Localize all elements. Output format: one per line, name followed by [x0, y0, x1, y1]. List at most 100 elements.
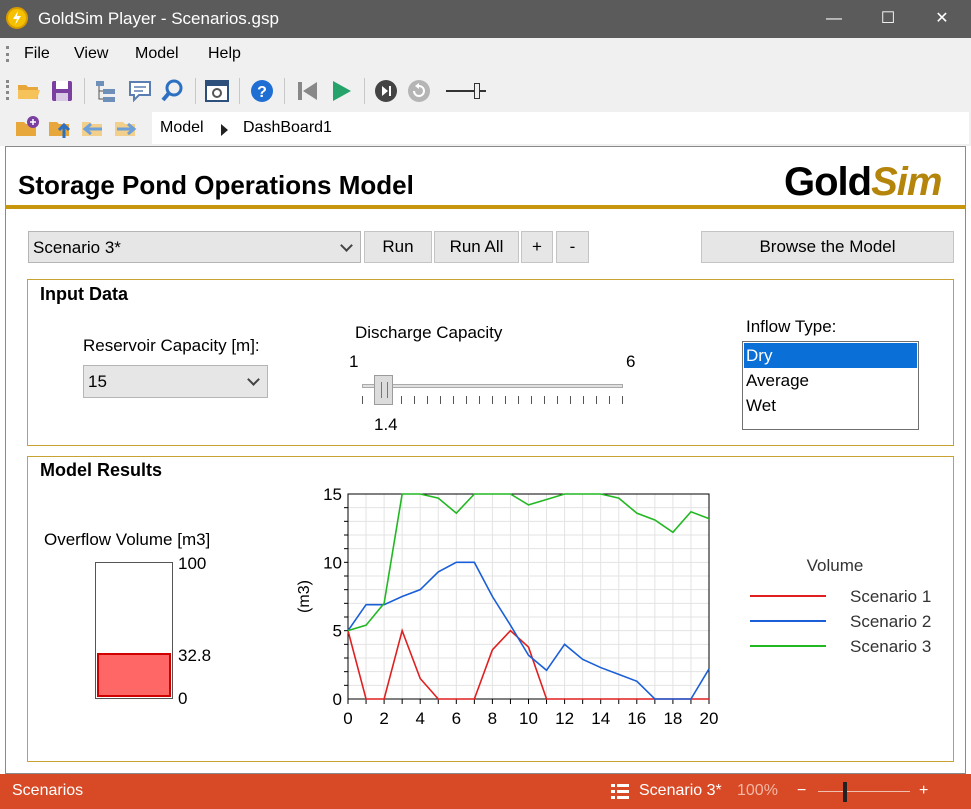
play-icon[interactable] — [328, 78, 354, 104]
y-tick-label: 10 — [323, 553, 342, 572]
slider-tick — [570, 396, 571, 404]
toolbar: ? — [0, 70, 971, 110]
slider-tick — [583, 396, 584, 404]
add-scenario-button[interactable]: + — [521, 231, 553, 263]
status-bar: Scenarios Scenario 3* 100% − + — [0, 774, 971, 809]
container-up-icon[interactable] — [14, 114, 40, 140]
menu-model[interactable]: Model — [135, 45, 179, 63]
title-bar: GoldSim Player - Scenarios.gsp — ☐ ✕ — [0, 0, 971, 38]
x-tick-label: 10 — [519, 709, 538, 728]
browse-model-button[interactable]: Browse the Model — [701, 231, 954, 263]
breadcrumb-separator-icon — [221, 124, 228, 136]
goldsim-app-icon — [6, 7, 28, 29]
run-all-button[interactable]: Run All — [434, 231, 519, 263]
zoom-slider[interactable] — [818, 791, 910, 792]
reset-icon[interactable] — [406, 78, 432, 104]
goldsim-logo: GoldSim — [784, 160, 942, 204]
comment-icon[interactable] — [127, 78, 153, 104]
slider-tick — [596, 396, 597, 404]
discharge-capacity-label: Discharge Capacity — [355, 323, 503, 342]
slider-tick — [518, 396, 519, 404]
x-tick-label: 18 — [663, 709, 682, 728]
x-tick-label: 20 — [700, 709, 719, 728]
discharge-max-label: 6 — [626, 352, 636, 371]
overflow-gauge-fill — [97, 653, 171, 697]
breadcrumb-item-dashboard[interactable]: DashBoard1 — [243, 119, 332, 137]
x-tick-label: 12 — [555, 709, 574, 728]
maximize-button[interactable]: ☐ — [865, 4, 911, 34]
x-tick-label: 8 — [488, 709, 497, 728]
menu-bar: File View Model Help — [0, 38, 971, 70]
folder-up-icon[interactable] — [47, 114, 73, 140]
discharge-min-label: 1 — [349, 352, 359, 371]
scenario-select[interactable]: Scenario 3* — [28, 231, 361, 263]
minimize-button[interactable]: — — [811, 4, 857, 34]
x-tick-label: 16 — [627, 709, 646, 728]
help-icon[interactable]: ? — [249, 78, 275, 104]
discharge-value-label: 1.4 — [374, 415, 398, 434]
slider-tick — [453, 396, 454, 404]
menu-help[interactable]: Help — [208, 45, 241, 63]
menu-grip-icon — [6, 46, 9, 62]
slider-tick — [479, 396, 480, 404]
list-item[interactable]: Average — [744, 368, 917, 393]
slider-tick — [401, 396, 402, 404]
gauge-value-label: 32.8 — [178, 646, 212, 665]
save-icon[interactable] — [49, 78, 75, 104]
step-icon[interactable] — [373, 78, 399, 104]
zoom-slider-thumb[interactable] — [843, 782, 847, 802]
window-title: GoldSim Player - Scenarios.gsp — [38, 9, 279, 28]
gauge-min-label: 0 — [178, 689, 188, 708]
remove-scenario-button[interactable]: - — [556, 231, 589, 263]
slider-tick — [544, 396, 545, 404]
x-tick-label: 0 — [343, 709, 352, 728]
breadcrumb-item-model[interactable]: Model — [160, 119, 204, 137]
slider-tick — [466, 396, 467, 404]
slider-tick — [414, 396, 415, 404]
slider-tick — [622, 396, 623, 404]
volume-chart: 0 2 4 6 8 10 12 14 16 18 20 0 5 10 15 (m3) — [296, 485, 719, 728]
slider-tick — [362, 396, 363, 404]
overflow-volume-label: Overflow Volume [m3] — [44, 530, 211, 549]
open-folder-icon[interactable] — [16, 78, 42, 104]
legend-title: Volume — [807, 556, 864, 575]
menu-file[interactable]: File — [24, 45, 50, 63]
y-tick-label: 5 — [333, 622, 342, 641]
inflow-type-list[interactable]: Dry Average Wet — [742, 341, 919, 430]
discharge-slider-thumb[interactable] — [374, 375, 393, 405]
legend-entry: Scenario 2 — [850, 612, 931, 631]
zoom-out-button[interactable]: − — [797, 782, 806, 800]
zoom-in-button[interactable]: + — [919, 782, 928, 800]
close-button[interactable]: ✕ — [919, 4, 965, 34]
model-results-title: Model Results — [40, 460, 163, 480]
slider-tick — [557, 396, 558, 404]
scenario-list-icon — [610, 782, 630, 802]
search-icon[interactable] — [160, 78, 186, 104]
y-tick-label: 0 — [333, 690, 342, 709]
discharge-capacity-slider[interactable] — [362, 384, 623, 388]
tree-view-icon[interactable] — [93, 78, 119, 104]
list-item[interactable]: Dry — [744, 343, 917, 368]
back-icon[interactable] — [80, 114, 106, 140]
x-tick-label: 6 — [452, 709, 461, 728]
dashboard-icon[interactable] — [204, 78, 230, 104]
reservoir-capacity-select[interactable]: 15 — [83, 365, 268, 398]
list-item[interactable]: Wet — [744, 393, 917, 418]
x-tick-label: 2 — [379, 709, 388, 728]
y-axis-label: (m3) — [296, 580, 313, 613]
slider-tick — [505, 396, 506, 404]
toolbar-grip-icon — [6, 80, 9, 100]
input-data-title: Input Data — [40, 284, 128, 304]
forward-icon[interactable] — [113, 114, 139, 140]
speed-slider[interactable] — [446, 83, 486, 99]
go-to-start-icon[interactable] — [294, 78, 320, 104]
chart-legend: Volume Scenario 1 Scenario 2 Scenario 3 — [750, 556, 931, 656]
header-divider — [5, 205, 966, 209]
status-scenario-label: Scenario 3* — [639, 782, 722, 799]
run-button[interactable]: Run — [364, 231, 432, 263]
x-tick-label: 4 — [415, 709, 424, 728]
legend-entry: Scenario 1 — [850, 587, 931, 606]
page-title: Storage Pond Operations Model — [18, 170, 414, 200]
menu-view[interactable]: View — [74, 45, 108, 63]
slider-tick — [440, 396, 441, 404]
